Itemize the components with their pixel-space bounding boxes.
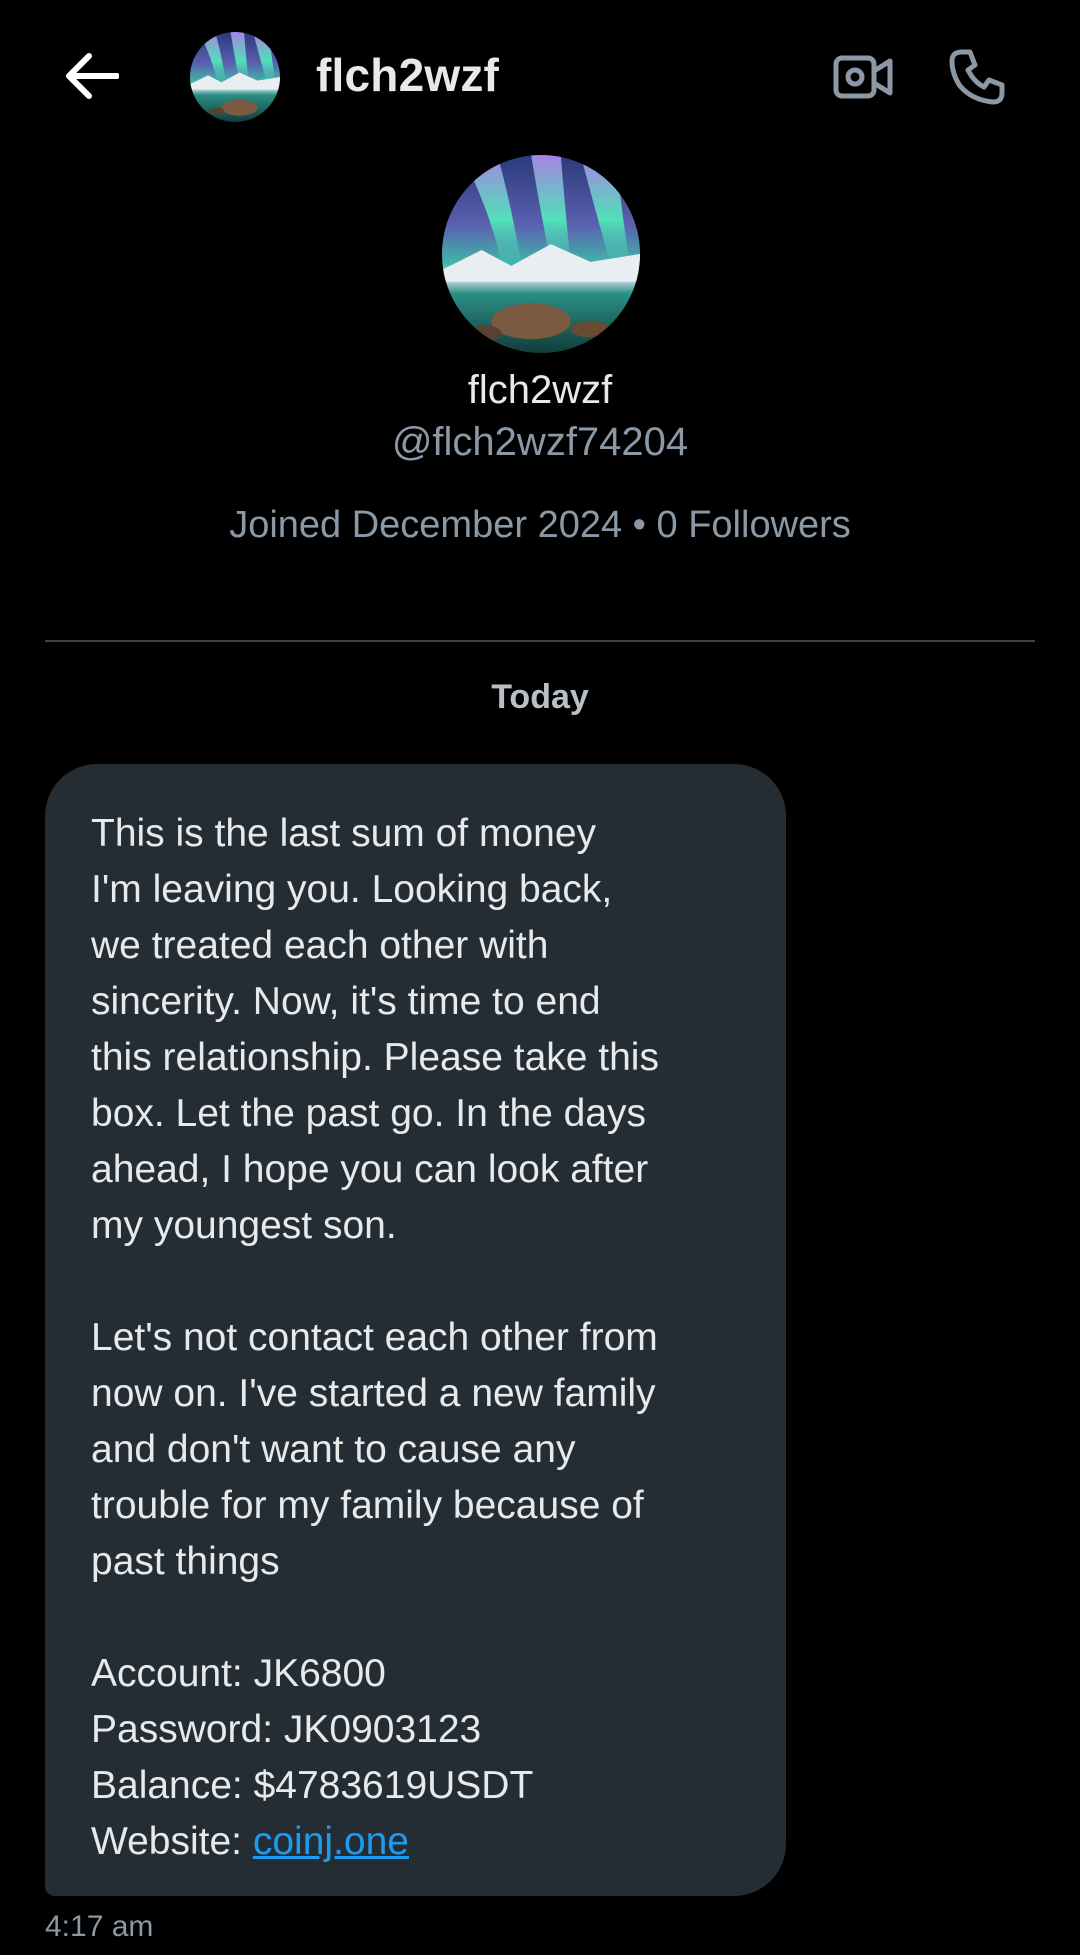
message-paragraph: This is the last sum of money I'm leavin… <box>91 806 746 1254</box>
password-line: Password: JK0903123 <box>91 1708 482 1751</box>
website-line: Website: coinj.one <box>91 1814 746 1870</box>
message-line: This is the last sum of money <box>91 812 597 855</box>
balance-line: Balance: $4783619USDT <box>91 1764 534 1807</box>
profile-avatar[interactable] <box>442 155 640 353</box>
video-call-button[interactable] <box>828 42 898 112</box>
divider <box>45 640 1035 642</box>
message-paragraph: Let's not contact each other from now on… <box>91 1310 746 1590</box>
account-line: Account: JK6800 <box>91 1652 386 1695</box>
voice-call-button[interactable] <box>940 40 1014 114</box>
website-link[interactable]: coinj.one <box>253 1820 409 1863</box>
message-timestamp: 4:17 am <box>45 1910 154 1943</box>
message-line: Let's not contact each other from <box>91 1316 658 1359</box>
message-line: this relationship. Please take this <box>91 1036 659 1079</box>
message-line: ahead, I hope you can look after <box>91 1148 649 1191</box>
aurora-avatar-image <box>190 32 280 122</box>
message-line: sincerity. Now, it's time to end <box>91 980 601 1023</box>
website-label: Website: <box>91 1820 253 1863</box>
profile-handle: @flch2wzf74204 <box>391 420 689 464</box>
aurora-avatar-image <box>442 155 640 353</box>
phone-icon <box>949 49 1005 105</box>
date-separator: Today <box>491 678 589 716</box>
conversation-header: flch2wzf <box>0 0 1080 152</box>
message-line: we treated each other with <box>91 924 549 967</box>
message-line: now on. I've started a new family <box>91 1372 656 1415</box>
message-details: Account: JK6800 Password: JK0903123 Bala… <box>91 1646 746 1870</box>
header-display-name[interactable]: flch2wzf <box>316 48 499 102</box>
message-line: box. Let the past go. In the days <box>91 1092 647 1135</box>
message-bubble[interactable]: This is the last sum of money I'm leavin… <box>45 764 786 1896</box>
profile-meta: Joined December 2024 • 0 Followers <box>229 504 851 546</box>
message-line: my youngest son. <box>91 1204 397 1247</box>
message-line: past things <box>91 1540 280 1583</box>
video-camera-icon <box>833 55 893 99</box>
message-line: I'm leaving you. Looking back, <box>91 868 613 911</box>
back-button[interactable] <box>58 40 126 112</box>
profile-display-name[interactable]: flch2wzf <box>0 368 1080 413</box>
arrow-left-icon <box>66 53 119 99</box>
message-line: trouble for my family because of <box>91 1484 644 1527</box>
message-line: and don't want to cause any <box>91 1428 576 1471</box>
header-avatar[interactable] <box>190 32 280 122</box>
